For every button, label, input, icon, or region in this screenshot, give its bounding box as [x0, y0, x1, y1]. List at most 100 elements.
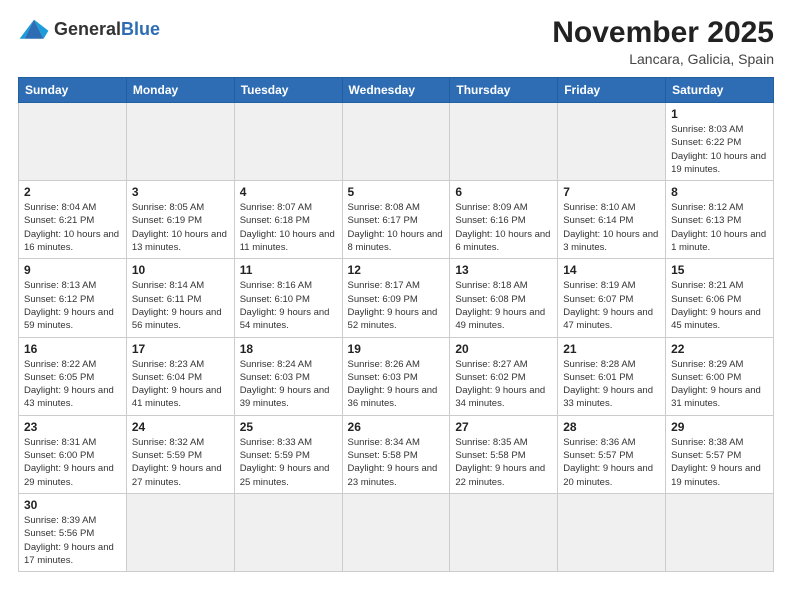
day-cell: [234, 493, 342, 571]
day-info: Sunrise: 8:17 AM Sunset: 6:09 PM Dayligh…: [348, 279, 445, 332]
day-number: 27: [455, 420, 552, 434]
day-number: 1: [671, 107, 768, 121]
day-cell: 3Sunrise: 8:05 AM Sunset: 6:19 PM Daylig…: [126, 181, 234, 259]
day-info: Sunrise: 8:21 AM Sunset: 6:06 PM Dayligh…: [671, 279, 768, 332]
day-cell: 16 Sunrise: 8:22 AM Sunset: 6:05 PM Dayli…: [19, 337, 127, 415]
title-block: November 2025 Lancara, Galicia, Spain: [552, 16, 774, 67]
day-cell: 4Sunrise: 8:07 AM Sunset: 6:18 PM Daylig…: [234, 181, 342, 259]
day-cell: 17 Sunrise: 8:23 AM Sunset: 6:04 PM Dayli…: [126, 337, 234, 415]
day-number: 9: [24, 263, 121, 277]
day-cell: [558, 493, 666, 571]
weekday-wednesday: Wednesday: [342, 78, 450, 103]
weekday-thursday: Thursday: [450, 78, 558, 103]
logo: GeneralBlue: [18, 16, 160, 44]
day-cell: [234, 103, 342, 181]
weekday-sunday: Sunday: [19, 78, 127, 103]
day-cell: 9 Sunrise: 8:13 AM Sunset: 6:12 PM Daylig…: [19, 259, 127, 337]
day-cell: [126, 103, 234, 181]
day-info: Sunrise: 8:09 AM Sunset: 6:16 PM Dayligh…: [455, 201, 552, 254]
week-row-5: 23Sunrise: 8:31 AM Sunset: 6:00 PM Dayli…: [19, 415, 774, 493]
week-row-4: 16 Sunrise: 8:22 AM Sunset: 6:05 PM Dayli…: [19, 337, 774, 415]
day-info: Sunrise: 8:35 AM Sunset: 5:58 PM Dayligh…: [455, 436, 552, 489]
day-cell: 12 Sunrise: 8:17 AM Sunset: 6:09 PM Dayli…: [342, 259, 450, 337]
day-number: 7: [563, 185, 660, 199]
day-info: Sunrise: 8:19 AM Sunset: 6:07 PM Dayligh…: [563, 279, 660, 332]
day-number: 13: [455, 263, 552, 277]
day-number: 29: [671, 420, 768, 434]
day-cell: 14Sunrise: 8:19 AM Sunset: 6:07 PM Dayli…: [558, 259, 666, 337]
logo-general: General: [54, 19, 121, 39]
weekday-tuesday: Tuesday: [234, 78, 342, 103]
day-number: 19: [348, 342, 445, 356]
day-cell: 5 Sunrise: 8:08 AM Sunset: 6:17 PM Daylig…: [342, 181, 450, 259]
day-info: Sunrise: 8:14 AM Sunset: 6:11 PM Dayligh…: [132, 279, 229, 332]
weekday-friday: Friday: [558, 78, 666, 103]
general-blue-icon: [18, 16, 50, 44]
day-number: 18: [240, 342, 337, 356]
day-number: 12: [348, 263, 445, 277]
day-number: 26: [348, 420, 445, 434]
day-info: Sunrise: 8:32 AM Sunset: 5:59 PM Dayligh…: [132, 436, 229, 489]
weekday-monday: Monday: [126, 78, 234, 103]
day-number: 30: [24, 498, 121, 512]
day-info: Sunrise: 8:36 AM Sunset: 5:57 PM Dayligh…: [563, 436, 660, 489]
week-row-6: 30 Sunrise: 8:39 AM Sunset: 5:56 PM Dayli…: [19, 493, 774, 571]
day-info: Sunrise: 8:26 AM Sunset: 6:03 PM Dayligh…: [348, 358, 445, 411]
day-info: Sunrise: 8:34 AM Sunset: 5:58 PM Dayligh…: [348, 436, 445, 489]
day-info: Sunrise: 8:22 AM Sunset: 6:05 PM Dayligh…: [24, 358, 121, 411]
month-title: November 2025: [552, 16, 774, 49]
day-number: 5: [348, 185, 445, 199]
day-number: 28: [563, 420, 660, 434]
day-info: Sunrise: 8:08 AM Sunset: 6:17 PM Dayligh…: [348, 201, 445, 254]
week-row-3: 9 Sunrise: 8:13 AM Sunset: 6:12 PM Daylig…: [19, 259, 774, 337]
day-info: Sunrise: 8:39 AM Sunset: 5:56 PM Dayligh…: [24, 514, 121, 567]
day-cell: [558, 103, 666, 181]
day-number: 8: [671, 185, 768, 199]
day-info: Sunrise: 8:07 AM Sunset: 6:18 PM Dayligh…: [240, 201, 337, 254]
day-cell: [342, 103, 450, 181]
day-info: Sunrise: 8:33 AM Sunset: 5:59 PM Dayligh…: [240, 436, 337, 489]
day-cell: [450, 103, 558, 181]
day-number: 3: [132, 185, 229, 199]
day-cell: 23Sunrise: 8:31 AM Sunset: 6:00 PM Dayli…: [19, 415, 127, 493]
day-info: Sunrise: 8:38 AM Sunset: 5:57 PM Dayligh…: [671, 436, 768, 489]
day-number: 6: [455, 185, 552, 199]
day-info: Sunrise: 8:13 AM Sunset: 6:12 PM Dayligh…: [24, 279, 121, 332]
day-cell: 19 Sunrise: 8:26 AM Sunset: 6:03 PM Dayli…: [342, 337, 450, 415]
day-number: 17: [132, 342, 229, 356]
day-info: Sunrise: 8:24 AM Sunset: 6:03 PM Dayligh…: [240, 358, 337, 411]
day-cell: [450, 493, 558, 571]
day-cell: [342, 493, 450, 571]
day-cell: 11Sunrise: 8:16 AM Sunset: 6:10 PM Dayli…: [234, 259, 342, 337]
day-number: 21: [563, 342, 660, 356]
day-number: 10: [132, 263, 229, 277]
day-info: Sunrise: 8:29 AM Sunset: 6:00 PM Dayligh…: [671, 358, 768, 411]
day-info: Sunrise: 8:10 AM Sunset: 6:14 PM Dayligh…: [563, 201, 660, 254]
day-cell: 15 Sunrise: 8:21 AM Sunset: 6:06 PM Dayli…: [666, 259, 774, 337]
location: Lancara, Galicia, Spain: [552, 51, 774, 67]
day-number: 15: [671, 263, 768, 277]
day-info: Sunrise: 8:18 AM Sunset: 6:08 PM Dayligh…: [455, 279, 552, 332]
day-cell: [19, 103, 127, 181]
day-info: Sunrise: 8:04 AM Sunset: 6:21 PM Dayligh…: [24, 201, 121, 254]
day-cell: 27 Sunrise: 8:35 AM Sunset: 5:58 PM Dayli…: [450, 415, 558, 493]
day-cell: 28 Sunrise: 8:36 AM Sunset: 5:57 PM Dayli…: [558, 415, 666, 493]
day-number: 16: [24, 342, 121, 356]
day-cell: 30 Sunrise: 8:39 AM Sunset: 5:56 PM Dayli…: [19, 493, 127, 571]
day-cell: 13 Sunrise: 8:18 AM Sunset: 6:08 PM Dayli…: [450, 259, 558, 337]
week-row-1: 1Sunrise: 8:03 AM Sunset: 6:22 PM Daylig…: [19, 103, 774, 181]
day-cell: 29 Sunrise: 8:38 AM Sunset: 5:57 PM Dayli…: [666, 415, 774, 493]
day-cell: 21Sunrise: 8:28 AM Sunset: 6:01 PM Dayli…: [558, 337, 666, 415]
day-info: Sunrise: 8:12 AM Sunset: 6:13 PM Dayligh…: [671, 201, 768, 254]
day-info: Sunrise: 8:23 AM Sunset: 6:04 PM Dayligh…: [132, 358, 229, 411]
logo-blue: Blue: [121, 19, 160, 39]
day-number: 20: [455, 342, 552, 356]
header: GeneralBlue November 2025 Lancara, Galic…: [18, 16, 774, 67]
logo-text: GeneralBlue: [54, 20, 160, 40]
day-cell: 7 Sunrise: 8:10 AM Sunset: 6:14 PM Daylig…: [558, 181, 666, 259]
day-number: 22: [671, 342, 768, 356]
day-cell: 6 Sunrise: 8:09 AM Sunset: 6:16 PM Daylig…: [450, 181, 558, 259]
day-info: Sunrise: 8:16 AM Sunset: 6:10 PM Dayligh…: [240, 279, 337, 332]
day-number: 25: [240, 420, 337, 434]
page: GeneralBlue November 2025 Lancara, Galic…: [0, 0, 792, 612]
